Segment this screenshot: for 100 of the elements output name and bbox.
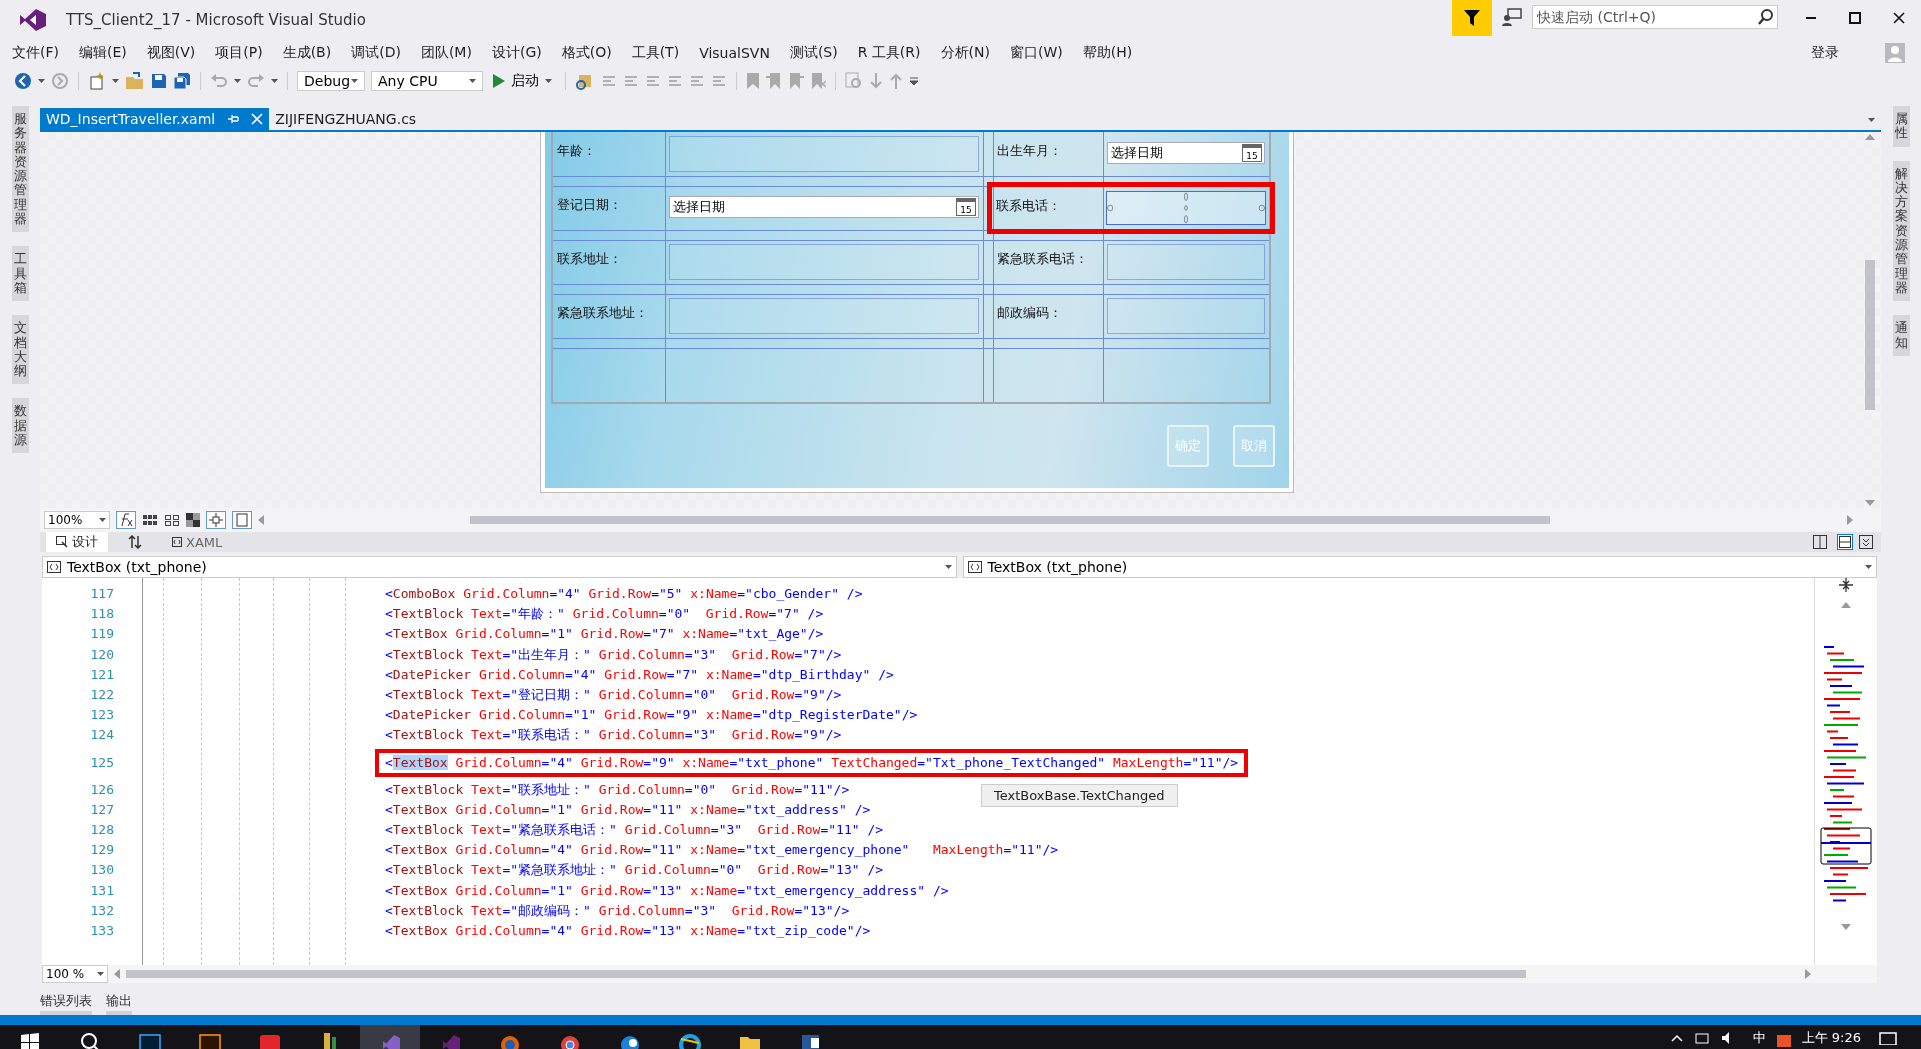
scroll-right-icon[interactable] [1805, 969, 1811, 979]
taskbar-clock[interactable]: 上午 9:26 [1791, 1025, 1871, 1044]
menu-item[interactable]: 编辑(E) [69, 41, 137, 65]
browser-app-icon[interactable] [679, 1031, 701, 1049]
grid-icon[interactable] [142, 513, 158, 527]
start-button[interactable]: 启动 [489, 72, 556, 90]
zoom-dropdown[interactable]: 100% [44, 511, 110, 529]
configuration-dropdown[interactable]: Debug [297, 71, 365, 91]
pin-icon[interactable] [227, 113, 240, 125]
vector-editor-app-icon[interactable] [199, 1031, 221, 1049]
scroll-left-icon[interactable] [258, 515, 264, 525]
menu-item[interactable]: VisualSVN [689, 42, 780, 64]
caret-icon[interactable] [351, 79, 358, 83]
menu-item[interactable]: 帮助(H) [1072, 41, 1143, 65]
element-selector-dropdown[interactable]: TextBox (txt_phone) [42, 556, 957, 578]
menu-item[interactable]: 设计(G) [481, 41, 552, 65]
menu-item[interactable]: 视图(V) [136, 41, 206, 65]
horizontal-split-icon[interactable] [1837, 534, 1853, 550]
text-box[interactable] [1106, 191, 1266, 225]
element-selector-dropdown[interactable]: TextBox (txt_phone) [962, 556, 1877, 578]
menu-item[interactable]: 团队(M) [410, 41, 482, 65]
menu-item[interactable]: 调试(D) [341, 41, 411, 65]
caret-icon[interactable] [545, 79, 552, 83]
menu-item[interactable]: 工具(T) [621, 41, 690, 65]
tool-window-tab[interactable]: 输出 [106, 992, 132, 1015]
calendar-icon[interactable]: 15 [1242, 144, 1262, 162]
menu-item[interactable]: 生成(B) [272, 41, 342, 65]
caret-icon[interactable] [234, 79, 241, 83]
date-picker[interactable]: 选择日期 15 [669, 196, 979, 218]
back-icon[interactable] [14, 72, 32, 90]
split-editor-icon[interactable] [1839, 578, 1853, 592]
feedback-icon[interactable] [1502, 8, 1522, 26]
device-icon[interactable] [232, 511, 252, 529]
scroll-down-icon[interactable] [1865, 500, 1875, 508]
document-tab[interactable]: ZIJIFENGZHUANG.cs [269, 108, 423, 130]
view-tab[interactable]: XAML [162, 533, 233, 551]
caret-icon[interactable] [38, 79, 45, 83]
collapse-pane-icon[interactable] [1859, 535, 1873, 549]
windows-start-icon[interactable] [19, 1031, 41, 1049]
notifications-icon[interactable] [1879, 1029, 1897, 1045]
overflow-icon[interactable] [909, 76, 919, 86]
menu-item[interactable]: 项目(P) [205, 41, 273, 65]
tool-window-tab[interactable]: 属性 [1892, 106, 1910, 147]
caret-icon[interactable] [944, 565, 952, 569]
snap-lines-icon[interactable] [206, 511, 226, 529]
search-icon[interactable] [79, 1031, 101, 1049]
view-tab[interactable]: 设计 [46, 532, 108, 552]
close-icon[interactable] [251, 113, 264, 125]
formula-icon[interactable] [116, 511, 136, 529]
notification-filter-button[interactable] [1452, 0, 1492, 36]
save-icon[interactable] [151, 73, 167, 89]
caret-icon[interactable] [1865, 565, 1872, 569]
caret-icon[interactable] [97, 972, 104, 976]
horizontal-scrollbar-thumb[interactable] [126, 970, 1526, 978]
caret-icon[interactable] [271, 79, 278, 83]
tool-window-tab[interactable]: 错误列表 [40, 992, 92, 1015]
caret-icon[interactable] [469, 79, 476, 83]
swap-panes-icon[interactable] [128, 535, 142, 549]
horizontal-scrollbar-thumb[interactable] [470, 516, 1550, 524]
menu-item[interactable]: R 工具(R) [847, 41, 931, 65]
input-method-indicator[interactable]: 中 [1742, 1025, 1776, 1044]
snap-grid-icon[interactable] [164, 513, 180, 527]
network-icon[interactable] [1694, 1031, 1711, 1045]
tab-list-caret-icon[interactable] [1868, 118, 1875, 122]
tool-window-tab[interactable]: 解决方案资源管理器 [1892, 160, 1910, 302]
tool-window-tab[interactable]: 工具箱 [11, 246, 29, 302]
checker-icon[interactable] [186, 513, 200, 527]
vertical-scrollbar-thumb[interactable] [1865, 260, 1875, 410]
scroll-up-icon[interactable] [1865, 132, 1875, 140]
date-picker[interactable]: 选择日期 15 [1107, 142, 1265, 164]
sign-in-link[interactable]: 登录 [1801, 41, 1849, 65]
caret-icon[interactable] [99, 518, 106, 522]
tool-window-tab[interactable]: 文档大纲 [11, 315, 29, 385]
vertical-split-icon[interactable] [1813, 535, 1827, 549]
zoom-value: 100 % [46, 967, 85, 981]
menu-item[interactable]: 分析(N) [930, 41, 1000, 65]
open-folder-icon[interactable] [125, 72, 145, 90]
scroll-right-icon[interactable] [1847, 515, 1853, 525]
tool-window-tab[interactable]: 数据源 [11, 398, 29, 454]
menu-item[interactable]: 窗口(W) [999, 41, 1073, 65]
scroll-up-icon[interactable] [1841, 600, 1851, 608]
zoom-dropdown[interactable]: 100 % [42, 965, 108, 983]
new-project-icon[interactable] [88, 72, 106, 90]
scroll-down-icon[interactable] [1841, 924, 1851, 932]
tool-window-tab[interactable]: 通知 [1892, 315, 1910, 356]
quick-launch-field[interactable]: 快速启动 (Ctrl+Q) [1532, 5, 1778, 29]
platform-dropdown[interactable]: Any CPU [371, 71, 483, 91]
maximize-icon [1849, 12, 1861, 24]
calendar-icon[interactable]: 15 [956, 198, 976, 216]
photo-editor-app-icon[interactable] [139, 1031, 161, 1049]
menu-item[interactable]: 测试(S) [779, 41, 848, 65]
code-file-icon [172, 537, 182, 547]
scroll-left-icon[interactable] [114, 969, 120, 979]
code-line: <TextBlock Text="联系电话：" Grid.Column="3" Grid.Row="9"/> [384, 726, 843, 745]
save-all-icon[interactable] [173, 72, 191, 90]
tool-window-tab[interactable]: 服务器资源管理器 [11, 106, 29, 233]
document-tab[interactable]: WD_InsertTraveller.xaml [40, 108, 270, 130]
caret-icon[interactable] [112, 79, 119, 83]
menu-item[interactable]: 格式(O) [551, 41, 622, 65]
menu-item[interactable]: 文件(F) [2, 41, 69, 65]
